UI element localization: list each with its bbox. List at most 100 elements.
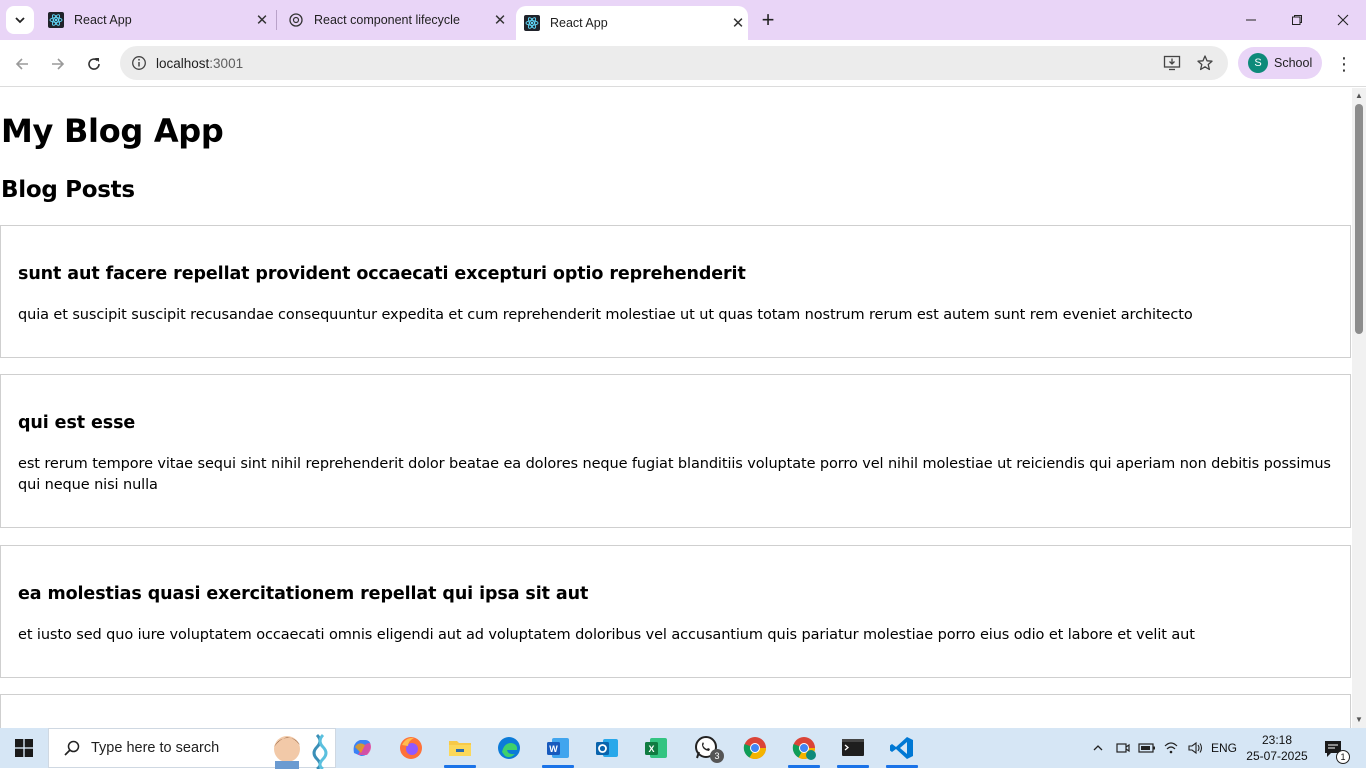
search-icon <box>64 740 80 756</box>
svg-text:W: W <box>549 744 558 754</box>
tab-separator <box>276 10 277 30</box>
meet-now-icon[interactable] <box>1112 728 1134 768</box>
volume-icon[interactable] <box>1184 728 1206 768</box>
page-title: My Blog App <box>1 112 224 150</box>
show-hidden-icons-button[interactable] <box>1088 728 1108 768</box>
clock-date: 25-07-2025 <box>1246 749 1308 763</box>
tab-react-app-active[interactable]: React App ✕ <box>516 6 748 40</box>
chevron-down-icon <box>15 17 25 24</box>
forward-button[interactable] <box>44 50 72 78</box>
notification-center-button[interactable]: 1 <box>1320 736 1350 764</box>
minimize-icon <box>1246 19 1256 21</box>
taskbar-whatsapp[interactable]: 3 <box>682 728 730 768</box>
outlook-icon <box>596 739 618 757</box>
arrow-left-icon <box>15 58 28 70</box>
windows-logo-icon <box>15 739 33 757</box>
site-info-icon[interactable] <box>122 55 156 71</box>
new-tab-button[interactable]: + <box>756 7 780 32</box>
language-indicator[interactable]: ENG <box>1208 728 1240 768</box>
close-icon[interactable]: ✕ <box>252 10 272 30</box>
reload-button[interactable] <box>80 50 108 78</box>
post-title: sunt aut facere repellat provident occae… <box>18 264 746 284</box>
restore-icon <box>1292 15 1302 25</box>
scroll-down-icon[interactable]: ▼ <box>1355 715 1363 724</box>
taskbar-terminal[interactable] <box>829 728 877 768</box>
whatsapp-badge: 3 <box>710 749 724 763</box>
taskbar-file-explorer[interactable] <box>436 728 484 768</box>
taskbar-vscode[interactable] <box>878 728 926 768</box>
profile-name: School <box>1274 56 1313 70</box>
tab-title: React App <box>74 13 132 27</box>
reload-icon <box>88 58 100 70</box>
taskbar-copilot[interactable] <box>338 728 386 768</box>
notification-count: 1 <box>1336 750 1350 764</box>
wifi-icon[interactable] <box>1160 728 1182 768</box>
taskbar-firefox[interactable] <box>387 728 435 768</box>
close-window-button[interactable] <box>1320 0 1366 40</box>
back-button[interactable] <box>8 50 36 78</box>
post-card: ea molestias quasi exercitationem repell… <box>0 545 1351 678</box>
address-bar[interactable]: localhost:3001 <box>120 46 1228 80</box>
bookmark-star-icon[interactable] <box>1195 53 1215 73</box>
react-icon <box>48 12 64 28</box>
post-card: sunt aut facere repellat provident occae… <box>0 225 1351 358</box>
profile-button[interactable]: S School <box>1238 47 1322 79</box>
edge-icon <box>498 737 520 759</box>
search-highlight-illustration-icon <box>257 729 333 771</box>
windows-taskbar: Type here to search W X 3 ENG 23:18 25-0… <box>0 728 1366 771</box>
scroll-up-icon[interactable]: ▲ <box>1355 91 1363 100</box>
post-body: est rerum tempore vitae sequi sint nihil… <box>18 456 1331 493</box>
tab-title: React App <box>550 16 608 30</box>
react-icon <box>524 15 540 31</box>
svg-text:X: X <box>648 744 654 754</box>
search-placeholder: Type here to search <box>91 740 220 756</box>
clock-time: 23:18 <box>1261 733 1293 747</box>
taskbar-outlook[interactable] <box>583 728 631 768</box>
taskbar-clock[interactable]: 23:18 25-07-2025 <box>1244 732 1310 764</box>
word-icon: W <box>547 738 569 758</box>
chatgpt-icon <box>288 12 304 28</box>
taskbar-edge[interactable] <box>485 728 533 768</box>
post-title: ea molestias quasi exercitationem repell… <box>18 584 589 604</box>
avatar: S <box>1248 53 1268 73</box>
post-body: et iusto sed quo iure voluptatem occaeca… <box>18 627 1195 643</box>
tab-search-button[interactable] <box>6 6 34 34</box>
restore-button[interactable] <box>1274 0 1320 40</box>
battery-icon[interactable] <box>1136 728 1158 768</box>
tab-react-app-1[interactable]: React App ✕ <box>40 0 272 40</box>
close-icon[interactable]: ✕ <box>490 10 510 30</box>
close-icon <box>1337 14 1349 26</box>
folder-icon <box>449 741 471 756</box>
post-card: qui est esse est rerum tempore vitae seq… <box>0 374 1351 528</box>
taskbar-word[interactable]: W <box>534 728 582 768</box>
excel-icon: X <box>645 738 667 758</box>
arrow-right-icon <box>52 58 65 70</box>
taskbar-chrome-2[interactable] <box>780 728 828 768</box>
browser-toolbar: localhost:3001 S School ⋮ <box>0 40 1366 87</box>
tab-react-component-lifecycle[interactable]: React component lifecycle ✕ <box>280 0 510 40</box>
install-app-icon[interactable] <box>1162 53 1182 73</box>
taskbar-excel[interactable]: X <box>632 728 680 768</box>
minimize-button[interactable] <box>1228 0 1274 40</box>
chrome-icon <box>792 737 816 760</box>
vscode-icon <box>890 737 913 759</box>
section-title: Blog Posts <box>1 177 135 203</box>
url-port: :3001 <box>209 55 244 71</box>
terminal-icon <box>842 739 864 756</box>
url-host: localhost <box>156 55 210 71</box>
chevron-up-icon <box>1093 745 1103 751</box>
taskbar-chrome-1[interactable] <box>731 728 779 768</box>
tab-strip: React App ✕ React component lifecycle ✕ … <box>0 0 1366 40</box>
page-content: My Blog App Blog Posts sunt aut facere r… <box>0 88 1352 728</box>
page-scrollbar[interactable]: ▲ ▼ <box>1352 88 1366 728</box>
start-button[interactable] <box>0 728 48 768</box>
scrollbar-thumb[interactable] <box>1355 104 1363 334</box>
post-title: qui est esse <box>18 413 136 433</box>
chrome-icon <box>743 737 766 759</box>
taskbar-search[interactable]: Type here to search <box>48 728 336 771</box>
more-options-icon[interactable]: ⋮ <box>1332 50 1356 78</box>
close-icon[interactable]: ✕ <box>728 13 748 33</box>
firefox-icon <box>400 737 422 759</box>
tab-title: React component lifecycle <box>314 13 460 27</box>
url-text[interactable]: localhost:3001 <box>156 56 243 71</box>
